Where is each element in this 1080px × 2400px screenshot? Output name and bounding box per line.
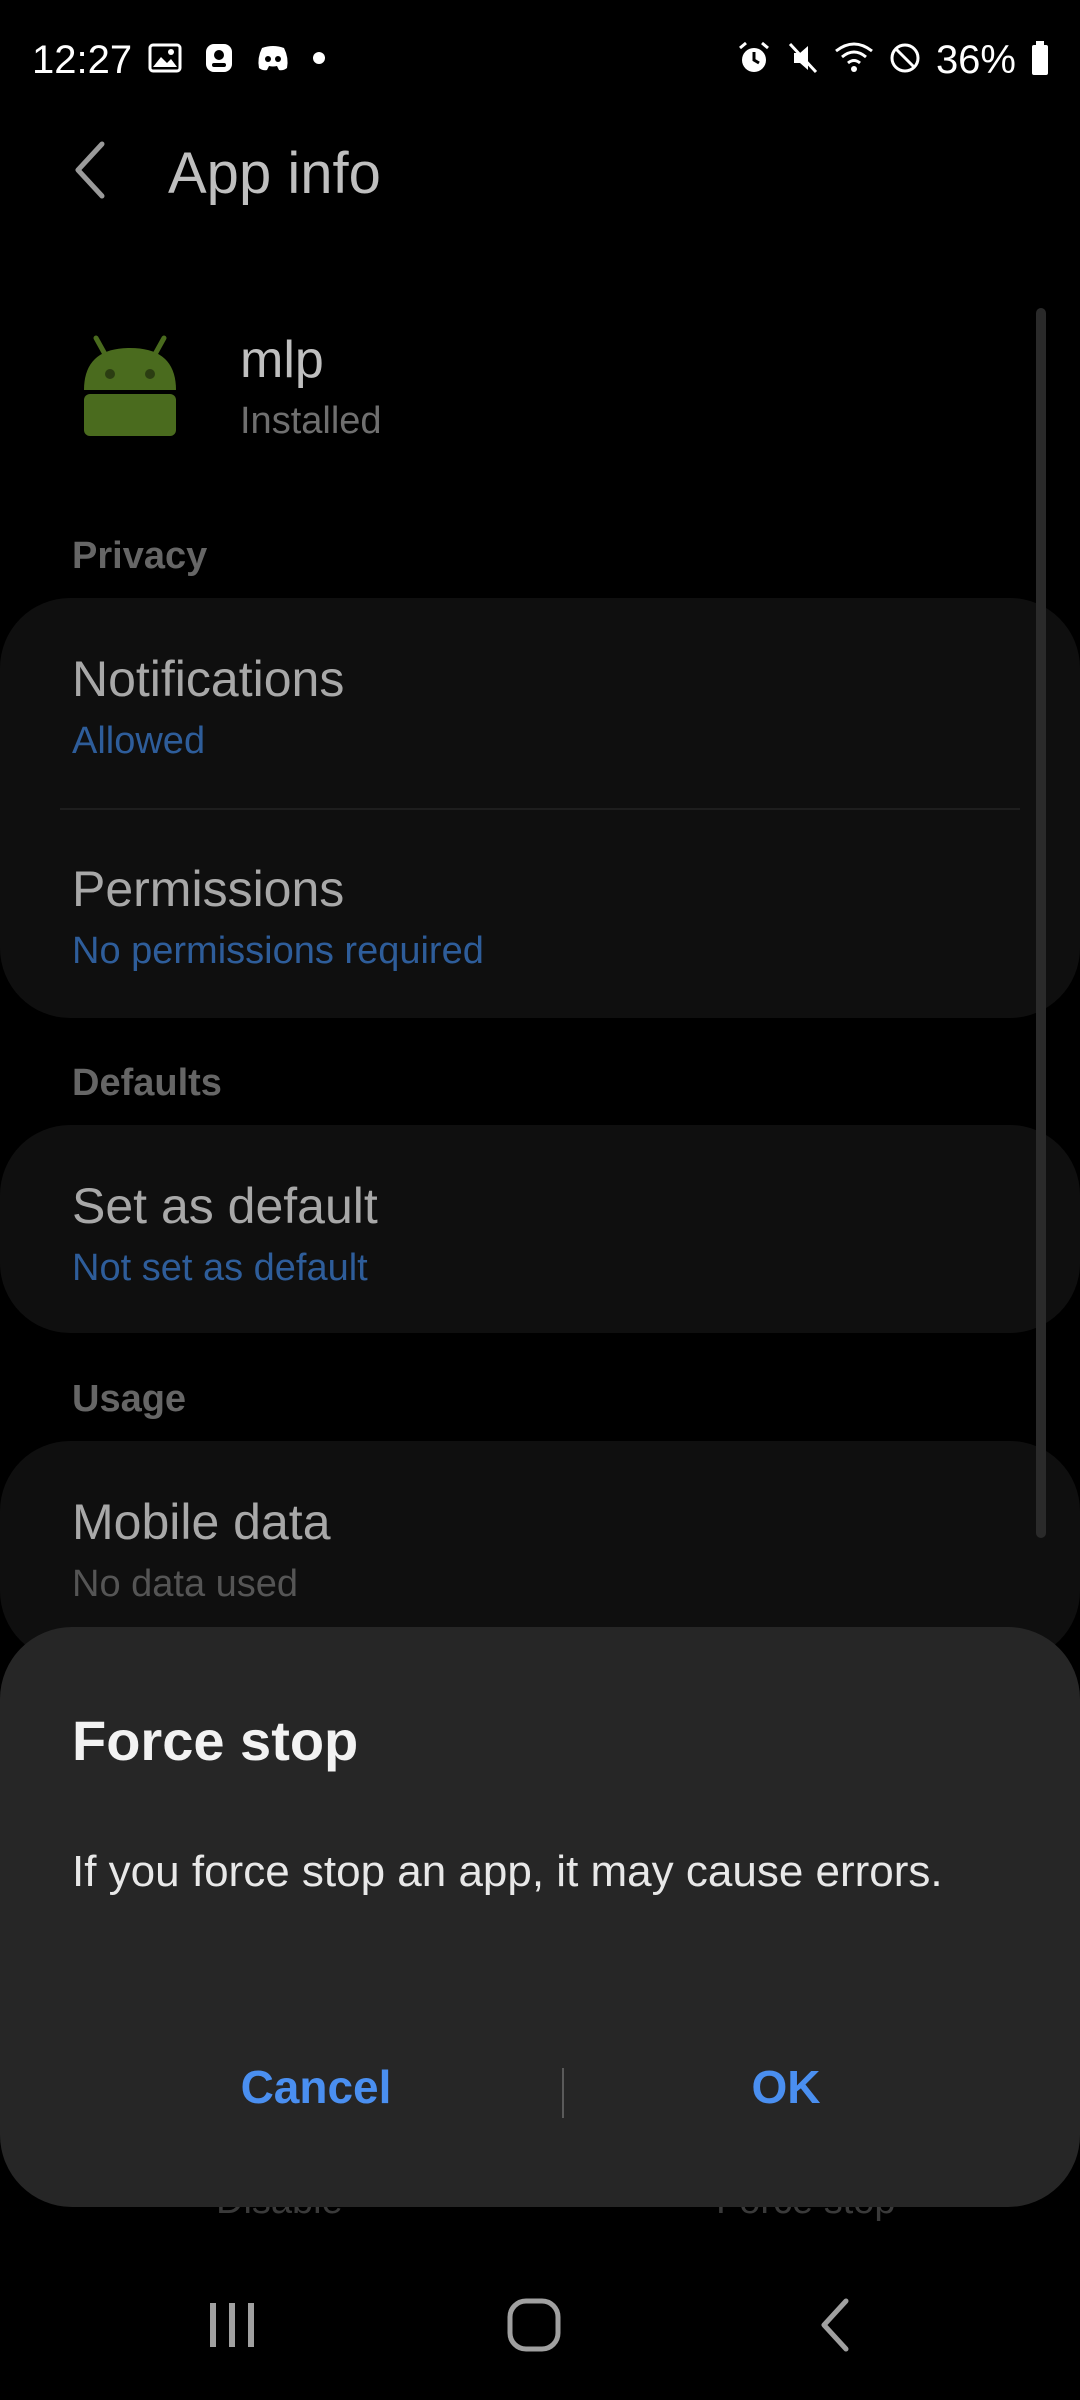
status-time: 12:27	[32, 38, 133, 82]
alarm-icon	[736, 40, 772, 81]
chevron-left-icon	[75, 141, 105, 199]
battery-icon	[1030, 40, 1050, 81]
dialog-title: Force stop	[72, 1709, 359, 1772]
privacy-card: Notifications Allowed Permissions No per…	[0, 598, 1080, 1018]
wifi-icon	[834, 41, 874, 80]
discord-icon	[256, 44, 290, 77]
mobile-data-row[interactable]: Mobile data No data used	[0, 1441, 1080, 1641]
cancel-button[interactable]: Cancel	[166, 2060, 466, 2114]
home-button[interactable]	[494, 2290, 574, 2360]
page-title: App info	[168, 141, 381, 206]
dialog-button-divider	[562, 2068, 564, 2118]
notifications-row[interactable]: Notifications Allowed	[0, 598, 1080, 808]
permissions-value: No permissions required	[72, 930, 484, 972]
mute-icon	[786, 40, 820, 81]
permissions-row[interactable]: Permissions No permissions required	[0, 810, 1080, 1018]
android-icon	[80, 330, 180, 440]
nav-back-button[interactable]	[796, 2290, 876, 2360]
set-as-default-row[interactable]: Set as default Not set as default	[0, 1125, 1080, 1333]
section-label-privacy: Privacy	[72, 535, 208, 577]
section-label-defaults: Defaults	[72, 1062, 222, 1104]
set-as-default-title: Set as default	[72, 1178, 378, 1234]
defaults-card: Set as default Not set as default	[0, 1125, 1080, 1333]
status-right-icons: 36%	[736, 38, 1050, 83]
notifications-value: Allowed	[72, 720, 206, 762]
recents-icon	[210, 2303, 254, 2347]
section-label-usage: Usage	[72, 1378, 187, 1420]
dialog-message: If you force stop an app, it may cause e…	[72, 1847, 943, 1896]
battery-percent: 36%	[935, 38, 1016, 82]
dot-icon	[312, 51, 326, 70]
mobile-data-value: No data used	[72, 1563, 299, 1605]
dnd-icon	[888, 41, 922, 80]
notifications-title: Notifications	[72, 651, 345, 707]
back-button[interactable]	[70, 140, 110, 200]
scrollbar[interactable]	[1036, 308, 1046, 1538]
mobile-data-title: Mobile data	[72, 1494, 331, 1550]
permissions-title: Permissions	[72, 861, 345, 917]
ok-button[interactable]: OK	[636, 2060, 936, 2114]
app-install-status: Installed	[240, 400, 382, 442]
home-icon	[507, 2298, 561, 2352]
status-bar: 12:27 36%	[0, 0, 1080, 120]
app-name: mlp	[240, 331, 324, 389]
back-icon	[821, 2298, 849, 2352]
status-left-icons	[148, 42, 326, 79]
recents-button[interactable]	[192, 2290, 272, 2360]
gallery-icon	[148, 43, 182, 78]
profile-icon	[204, 42, 234, 79]
set-as-default-value: Not set as default	[72, 1247, 368, 1289]
